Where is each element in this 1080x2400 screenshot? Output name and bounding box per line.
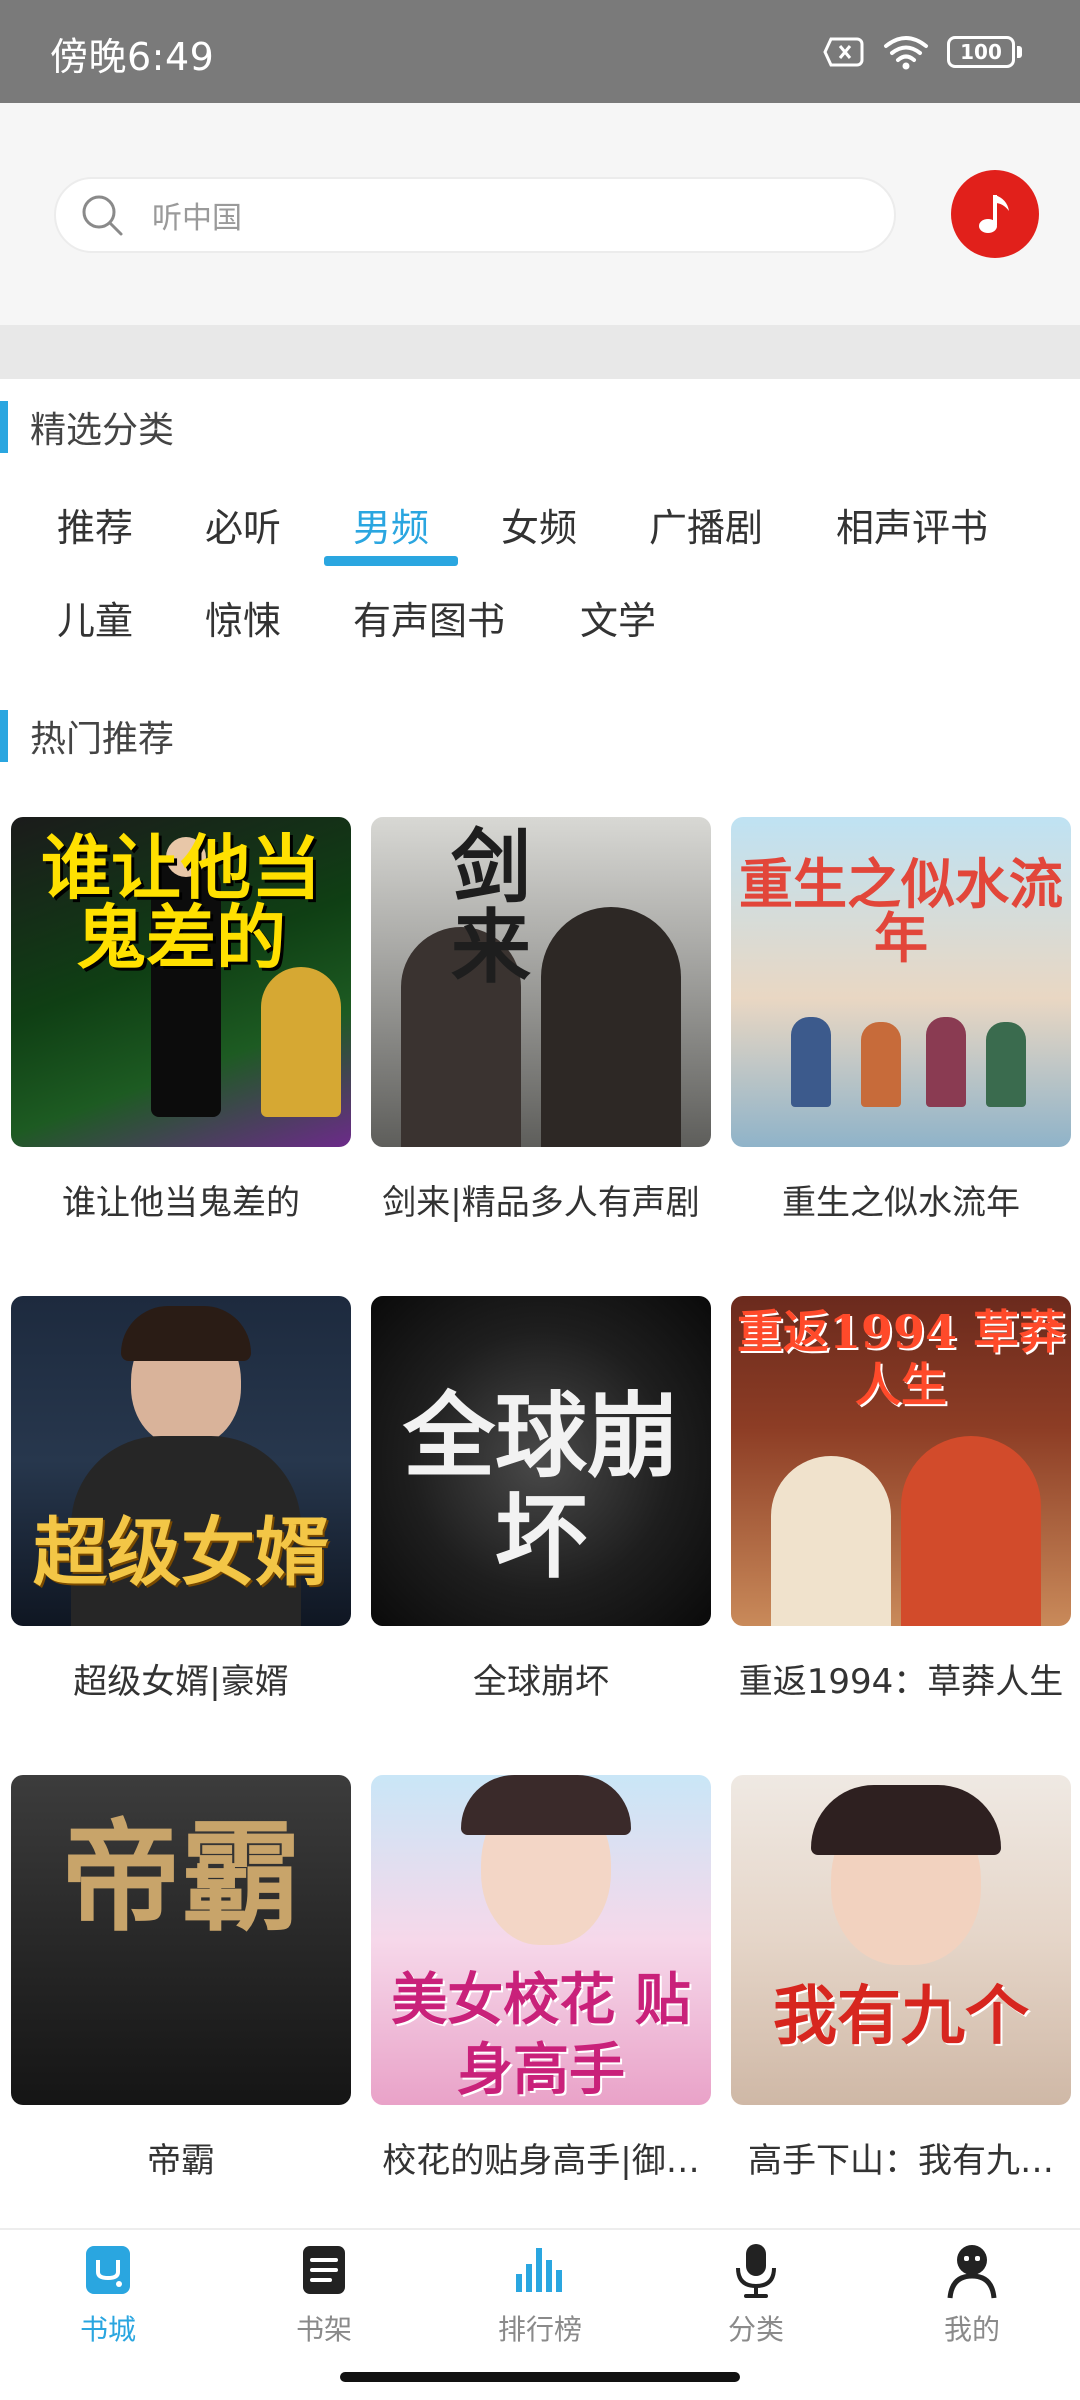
book-cover: 全球崩坏 bbox=[371, 1296, 711, 1626]
active-tab-indicator bbox=[324, 556, 458, 566]
book-title: 重返1994：草莽人生 bbox=[738, 1662, 1064, 1702]
category-tab-thriller[interactable]: 惊悚 bbox=[205, 591, 281, 651]
book-cover: 谁让他当鬼差的 bbox=[11, 817, 351, 1147]
book-cover: 剑来 bbox=[371, 817, 711, 1147]
nav-category[interactable]: 分类 bbox=[681, 2240, 831, 2348]
cover-title: 重返1994 草莽人生 bbox=[736, 1305, 1066, 1412]
category-tab-audiobooks[interactable]: 有声图书 bbox=[353, 591, 505, 651]
book-card[interactable]: 我有九个 高手下山：我有九… bbox=[731, 1775, 1071, 2182]
search-placeholder: 听中国 bbox=[152, 201, 242, 236]
nav-bookstore[interactable]: 书城 bbox=[33, 2240, 183, 2348]
home-indicator[interactable] bbox=[340, 2372, 740, 2382]
category-tab-must-listen[interactable]: 必听 bbox=[205, 498, 281, 558]
book-title: 帝霸 bbox=[147, 2141, 215, 2181]
status-time: 傍晚6:49 bbox=[50, 35, 215, 79]
music-player-button[interactable] bbox=[951, 170, 1039, 258]
cover-title: 帝霸 bbox=[61, 1807, 301, 1948]
header: 听中国 bbox=[0, 103, 1080, 325]
book-title: 全球崩坏 bbox=[473, 1662, 609, 1702]
sim-off-icon bbox=[823, 37, 864, 67]
nav-profile[interactable]: 我的 bbox=[897, 2240, 1047, 2348]
cover-title: 重生之似水流年 bbox=[739, 852, 1063, 970]
cover-title: 我有九个 bbox=[773, 1979, 1029, 2054]
battery-level: 100 bbox=[947, 36, 1015, 68]
book-title: 超级女婿|豪婿 bbox=[73, 1662, 289, 1702]
cover-title: 全球崩坏 bbox=[402, 1382, 679, 1592]
book-card[interactable]: 帝霸 帝霸 bbox=[11, 1775, 351, 2182]
music-note-icon bbox=[979, 195, 1009, 233]
book-title: 高手下山：我有九… bbox=[748, 2141, 1054, 2181]
battery-icon: 100 bbox=[947, 36, 1022, 68]
category-tab-recommend[interactable]: 推荐 bbox=[57, 498, 133, 558]
category-tab-female[interactable]: 女频 bbox=[501, 498, 577, 558]
nav-label: 书城 bbox=[79, 2313, 136, 2346]
search-icon bbox=[82, 195, 123, 236]
book-card[interactable]: 重生之似水流年 重生之似水流年 bbox=[731, 817, 1071, 1224]
section-accent-bar bbox=[0, 401, 8, 453]
book-card[interactable]: 超级女婿 超级女婿|豪婿 bbox=[11, 1296, 351, 1703]
book-cover: 帝霸 bbox=[11, 1775, 351, 2105]
section-title: 精选分类 bbox=[30, 410, 175, 451]
section-header-hot: 热门推荐 bbox=[0, 710, 174, 762]
book-card[interactable]: 重返1994 草莽人生 重返1994：草莽人生 bbox=[731, 1296, 1071, 1703]
book-cover: 我有九个 bbox=[731, 1775, 1071, 2105]
nav-label: 我的 bbox=[943, 2313, 1000, 2346]
book-title: 校花的贴身高手|御… bbox=[382, 2141, 700, 2181]
profile-icon bbox=[947, 2245, 997, 2299]
cover-title: 谁让他当鬼差的 bbox=[41, 826, 321, 979]
nav-bookshelf[interactable]: 书架 bbox=[249, 2240, 399, 2348]
book-card[interactable]: 谁让他当鬼差的 谁让他当鬼差的 bbox=[11, 817, 351, 1224]
book-card[interactable]: 全球崩坏 全球崩坏 bbox=[371, 1296, 711, 1703]
status-icons: 100 bbox=[823, 30, 1022, 74]
book-title: 剑来|精品多人有声剧 bbox=[382, 1183, 700, 1223]
section-accent-bar bbox=[0, 710, 8, 762]
section-header-categories: 精选分类 bbox=[0, 401, 174, 453]
category-tab-radio-drama[interactable]: 广播剧 bbox=[649, 498, 763, 558]
nav-ranking[interactable]: 排行榜 bbox=[465, 2240, 615, 2348]
microphone-icon bbox=[736, 2244, 776, 2298]
book-title: 谁让他当鬼差的 bbox=[62, 1183, 300, 1223]
category-tab-literature[interactable]: 文学 bbox=[580, 591, 656, 651]
cover-title: 超级女婿 bbox=[33, 1510, 329, 1596]
book-cover: 重返1994 草莽人生 bbox=[731, 1296, 1071, 1626]
search-input[interactable]: 听中国 bbox=[54, 177, 896, 253]
nav-label: 书架 bbox=[295, 2313, 352, 2346]
nav-label: 分类 bbox=[727, 2313, 784, 2346]
category-tab-male[interactable]: 男频 bbox=[353, 498, 429, 558]
nav-label: 排行榜 bbox=[497, 2313, 582, 2346]
cover-title: 美女校花 贴身高手 bbox=[391, 1967, 691, 2103]
bookshelf-icon bbox=[303, 2246, 345, 2294]
book-title: 重生之似水流年 bbox=[782, 1183, 1020, 1223]
book-card[interactable]: 剑来 剑来|精品多人有声剧 bbox=[371, 817, 711, 1224]
section-title: 热门推荐 bbox=[30, 719, 175, 760]
wifi-icon bbox=[884, 36, 928, 70]
divider-band bbox=[0, 325, 1080, 379]
book-cover: 重生之似水流年 bbox=[731, 817, 1071, 1147]
ranking-icon bbox=[516, 2248, 562, 2292]
category-tab-crosstalk[interactable]: 相声评书 bbox=[836, 498, 988, 558]
bookstore-icon bbox=[86, 2246, 130, 2294]
category-tab-children[interactable]: 儿童 bbox=[57, 591, 133, 651]
status-bar: 傍晚6:49 100 bbox=[0, 0, 1080, 103]
book-card[interactable]: 美女校花 贴身高手 校花的贴身高手|御… bbox=[371, 1775, 711, 2182]
book-cover: 美女校花 贴身高手 bbox=[371, 1775, 711, 2105]
cover-title: 剑来 bbox=[451, 820, 531, 994]
book-cover: 超级女婿 bbox=[11, 1296, 351, 1626]
